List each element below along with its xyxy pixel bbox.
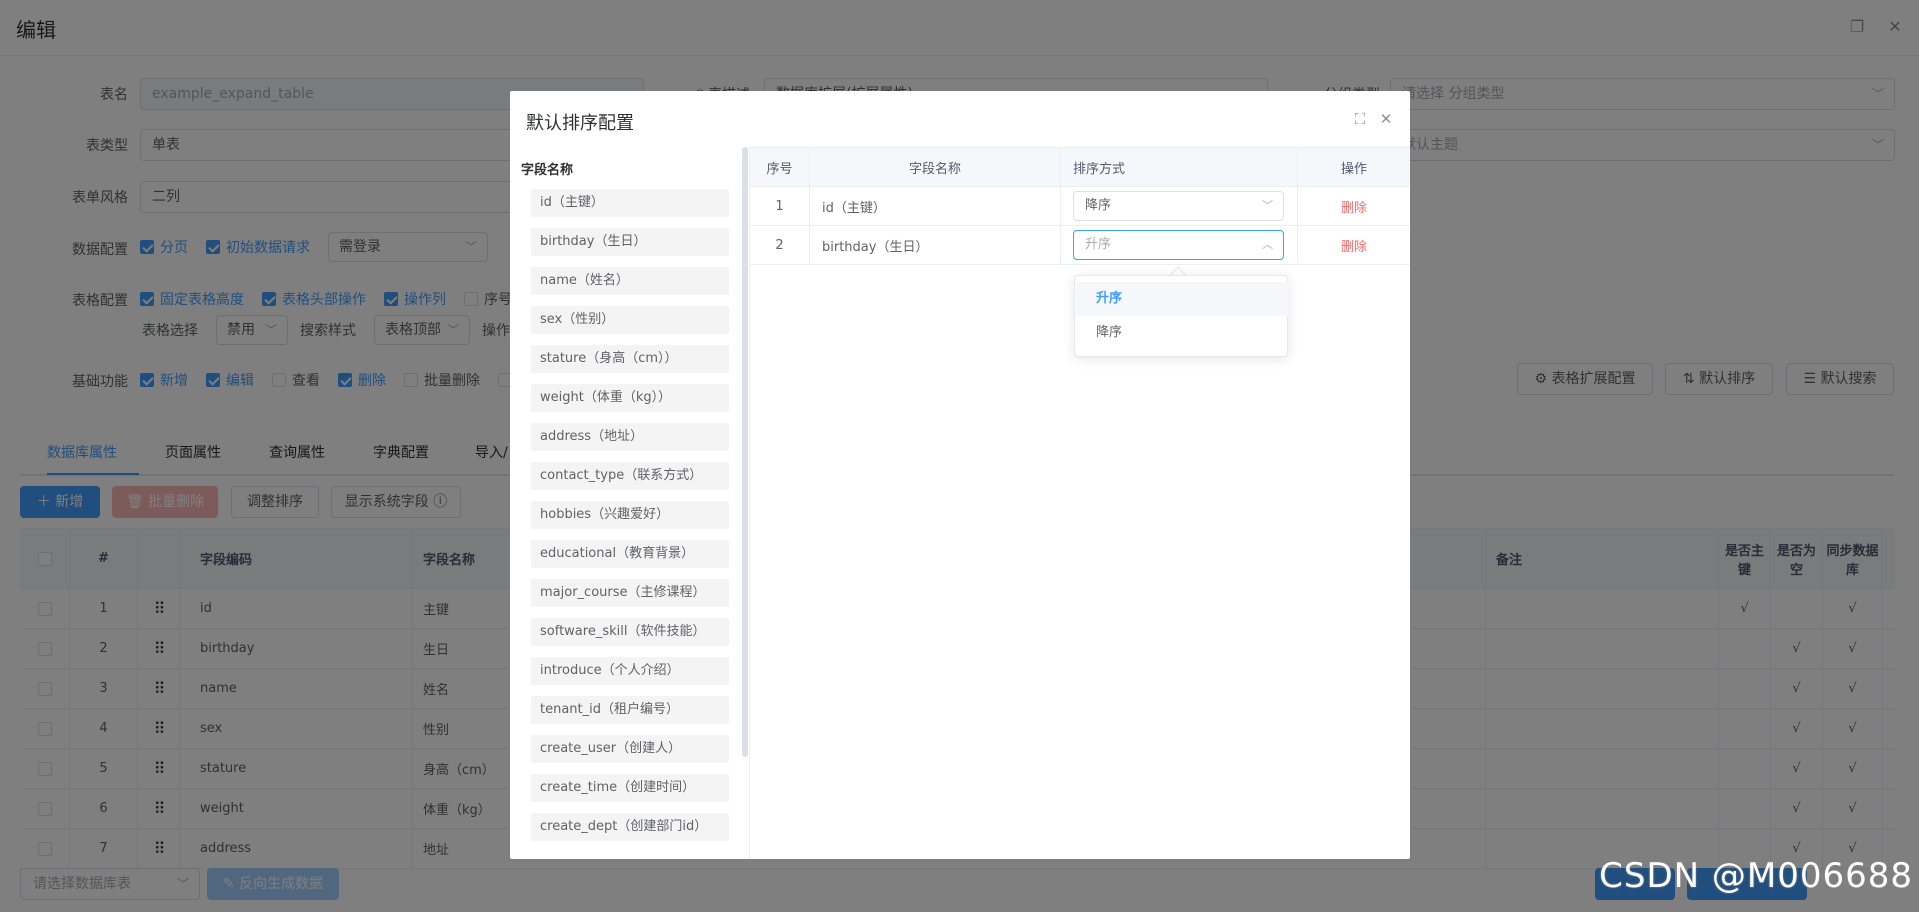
field-list-item[interactable]: major_course（主修课程） — [531, 579, 729, 607]
delete-link[interactable]: 删除 — [1341, 236, 1367, 255]
sort-col-index: 序号 — [750, 148, 810, 186]
delete-link[interactable]: 删除 — [1341, 197, 1367, 216]
field-list-item[interactable]: contact_type（联系方式） — [531, 462, 729, 490]
csdn-watermark: CSDN @M006688 — [1599, 856, 1913, 896]
dropdown-option-asc[interactable]: 升序 — [1076, 282, 1288, 316]
field-list-scrollbar[interactable] — [742, 147, 748, 757]
sort-row-action-cell: 删除 — [1298, 187, 1410, 225]
sort-row-action-cell: 删除 — [1298, 226, 1410, 264]
field-list-item[interactable]: sex（性别） — [531, 306, 729, 334]
sort-row-index: 1 — [750, 187, 810, 225]
sort-row-index: 2 — [750, 226, 810, 264]
field-list-item[interactable]: create_time（创建时间） — [531, 774, 729, 802]
field-list-item[interactable]: educational（教育背景） — [531, 540, 729, 568]
sort-row: 2 birthday（生日） 升序 ︿ 删除 — [750, 226, 1410, 265]
field-list-item[interactable]: software_skill（软件技能） — [531, 618, 729, 646]
default-sort-dialog: 默认排序配置 ⛶ ✕ 字段名称 id（主键） birthday（生日） name（姓… — [510, 91, 1410, 859]
close-icon[interactable]: ✕ — [1376, 109, 1396, 129]
order-select[interactable]: 降序 ﹀ — [1073, 191, 1284, 221]
field-list-item[interactable]: tenant_id（租户编号） — [531, 696, 729, 724]
dropdown-option-desc[interactable]: 降序 — [1076, 316, 1288, 350]
field-list-item[interactable]: stature（身高（cm）） — [531, 345, 729, 373]
sort-row-field: birthday（生日） — [810, 226, 1061, 264]
sort-col-field: 字段名称 — [810, 148, 1061, 186]
fullscreen-icon[interactable]: ⛶ — [1350, 109, 1370, 129]
field-list-item[interactable]: introduce（个人介绍） — [531, 657, 729, 685]
sort-row-field: id（主键） — [810, 187, 1061, 225]
field-list-item[interactable]: weight（体重（kg）） — [531, 384, 729, 412]
field-list-item[interactable]: create_dept（创建部门id） — [531, 813, 729, 841]
field-list-item[interactable]: hobbies（兴趣爱好） — [531, 501, 729, 529]
field-list-header: 字段名称 — [521, 163, 574, 178]
order-dropdown: 升序 降序 — [1074, 275, 1288, 357]
sort-col-action: 操作 — [1340, 161, 1367, 177]
order-select-value: 降序 — [1085, 198, 1112, 213]
field-list-item[interactable]: address（地址） — [531, 423, 729, 451]
chevron-down-icon: ﹀ — [1262, 199, 1273, 212]
sort-row: 1 id（主键） 降序 ﹀ 删除 — [750, 187, 1410, 226]
sort-row-order-cell: 升序 ︿ — [1061, 226, 1298, 264]
dialog-title: 默认排序配置 — [526, 113, 634, 134]
field-list-panel: 字段名称 id（主键） birthday（生日） name（姓名） sex（性别） st… — [510, 147, 750, 859]
field-list-item[interactable]: name（姓名） — [531, 267, 729, 295]
sort-row-order-cell: 降序 ﹀ — [1061, 187, 1298, 225]
field-list-item[interactable]: id（主键） — [531, 189, 729, 217]
order-select-open[interactable]: 升序 ︿ — [1073, 230, 1284, 260]
chevron-up-icon: ︿ — [1262, 238, 1273, 251]
sort-col-order: 排序方式 — [1061, 148, 1298, 186]
field-list-item[interactable]: birthday（生日） — [531, 228, 729, 256]
field-list-item[interactable]: create_user（创建人） — [531, 735, 729, 763]
sort-table-header: 序号 字段名称 排序方式 操作 — [750, 147, 1410, 187]
order-select-placeholder: 升序 — [1085, 237, 1112, 252]
